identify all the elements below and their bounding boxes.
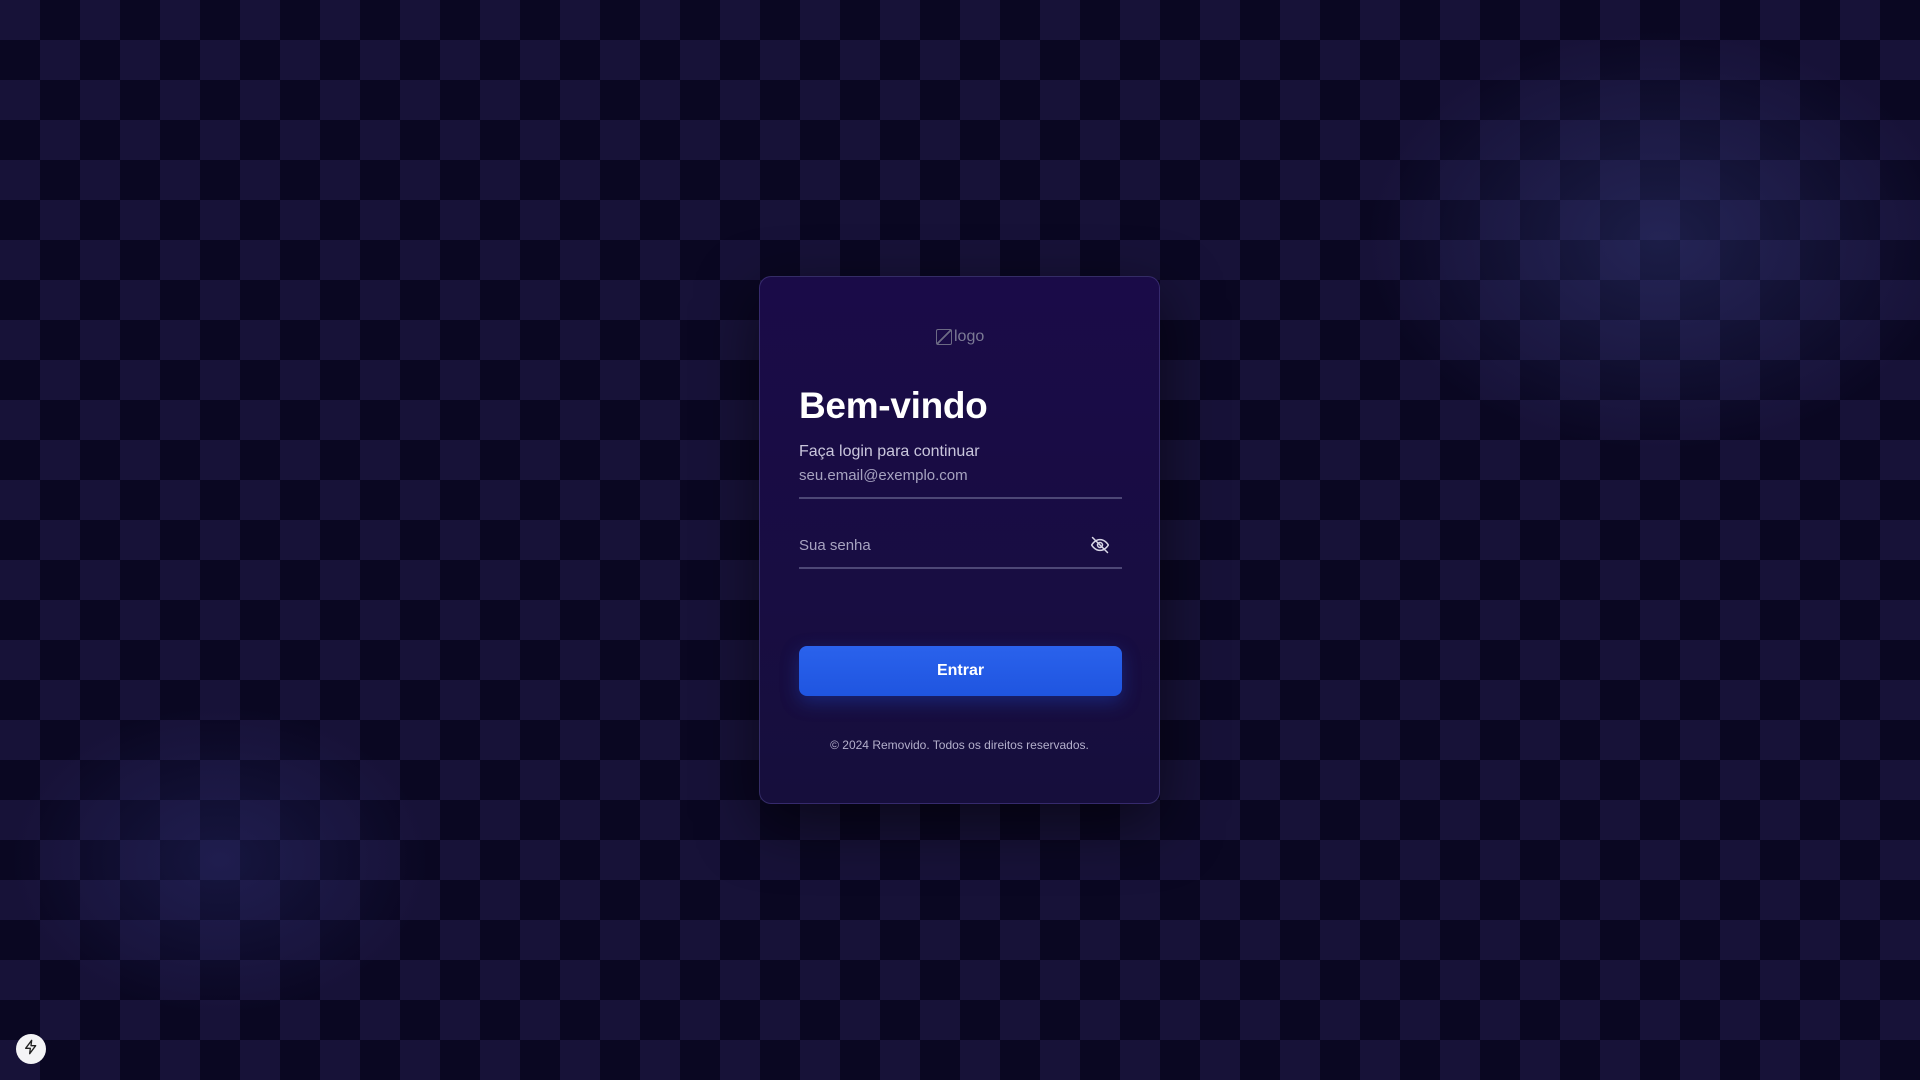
login-card: logo Bem-vindo Faça login para continuar…	[759, 276, 1160, 804]
password-field	[799, 525, 1122, 569]
eye-off-icon[interactable]	[1090, 535, 1110, 555]
password-input[interactable]	[799, 533, 1079, 557]
page-title: Bem-vindo	[799, 385, 988, 426]
logo-alt-text: logo	[954, 328, 985, 345]
lightning-icon	[23, 1039, 39, 1060]
broken-image-icon	[936, 329, 952, 345]
email-input[interactable]	[799, 463, 1079, 487]
lightning-button[interactable]	[16, 1034, 46, 1064]
copyright-footer: © 2024 Removido. Todos os direitos reser…	[830, 738, 1089, 752]
login-button[interactable]: Entrar	[799, 646, 1122, 696]
email-field	[799, 455, 1122, 499]
logo-image: logo	[936, 325, 986, 349]
